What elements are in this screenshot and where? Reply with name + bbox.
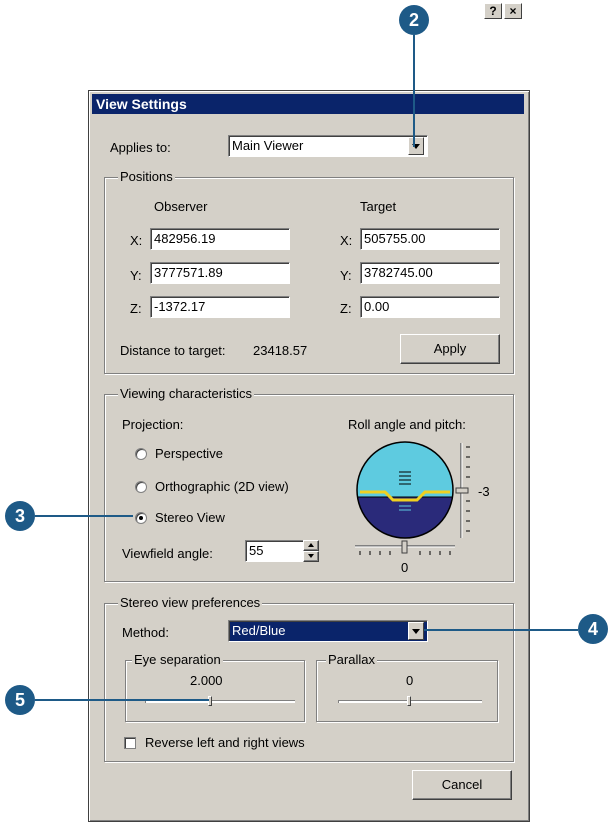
stereo-view-label: Stereo View (155, 510, 225, 525)
roll-value: 0 (401, 560, 409, 575)
callout-4-line (424, 629, 578, 631)
applies-to-value: Main Viewer (232, 138, 304, 153)
roll-slider[interactable] (355, 540, 455, 558)
distance-label: Distance to target: (120, 343, 226, 358)
eye-separation-group (125, 660, 305, 722)
roll-pitch-label: Roll angle and pitch: (348, 417, 466, 432)
viewfield-spin-up[interactable] (303, 540, 319, 551)
reverse-views-label: Reverse left and right views (145, 735, 305, 750)
parallax-thumb[interactable] (407, 696, 411, 706)
pitch-value: -3 (478, 484, 490, 499)
close-button[interactable]: × (504, 3, 522, 19)
observer-header: Observer (154, 199, 208, 214)
viewfield-angle-input[interactable]: 55 (245, 540, 305, 562)
stereo-group-title: Stereo view preferences (118, 595, 263, 610)
title-bar[interactable]: View Settings (92, 94, 524, 114)
applies-to-dropdown[interactable]: Main Viewer (228, 135, 428, 157)
target-x-input[interactable]: 505755.00 (360, 228, 500, 250)
projection-label: Projection: (122, 417, 184, 432)
callout-3: 3 (5, 501, 35, 531)
radio-perspective[interactable] (135, 448, 147, 460)
observer-y-input[interactable]: 3777571.89 (150, 262, 290, 284)
callout-5-line (35, 699, 209, 701)
callout-2: 2 (399, 5, 429, 35)
eye-separation-title: Eye separation (132, 652, 223, 667)
observer-z-input[interactable]: -1372.17 (150, 296, 290, 318)
observer-z-label: Z: (130, 301, 142, 316)
callout-2-line (413, 35, 415, 147)
observer-y-label: Y: (130, 268, 142, 283)
radio-orthographic[interactable] (135, 481, 147, 493)
parallax-title: Parallax (326, 652, 377, 667)
parallax-value: 0 (406, 673, 414, 688)
perspective-label: Perspective (155, 446, 223, 461)
cancel-button[interactable]: Cancel (412, 770, 512, 800)
target-z-label: Z: (340, 301, 352, 316)
callout-5: 5 (5, 685, 35, 715)
apply-button[interactable]: Apply (400, 334, 500, 364)
positions-group-title: Positions (118, 169, 175, 184)
target-x-label: X: (340, 233, 353, 248)
reverse-views-checkbox[interactable] (124, 737, 136, 749)
method-value: Red/Blue (232, 623, 286, 638)
callout-3-line (35, 515, 133, 517)
dialog-title: View Settings (96, 96, 187, 112)
orthographic-label: Orthographic (2D view) (155, 479, 289, 494)
method-dropdown-button[interactable] (408, 622, 424, 640)
callout-4: 4 (578, 614, 608, 644)
roll-pitch-indicator[interactable] (355, 440, 455, 540)
viewfield-spin-down[interactable] (303, 551, 319, 562)
target-z-input[interactable]: 0.00 (360, 296, 500, 318)
observer-x-label: X: (130, 233, 143, 248)
applies-to-dropdown-button[interactable] (408, 137, 424, 155)
distance-value: 23418.57 (253, 343, 308, 358)
observer-x-input[interactable]: 482956.19 (150, 228, 290, 250)
viewfield-angle-label: Viewfield angle: (122, 546, 213, 561)
viewing-group-title: Viewing characteristics (118, 386, 254, 401)
target-y-input[interactable]: 3782745.00 (360, 262, 500, 284)
method-label: Method: (122, 625, 169, 640)
target-y-label: Y: (340, 268, 352, 283)
chevron-down-icon (308, 554, 314, 558)
method-dropdown[interactable]: Red/Blue (228, 620, 428, 642)
eye-separation-thumb[interactable] (208, 696, 212, 706)
parallax-group (316, 660, 498, 722)
pitch-slider[interactable] (455, 443, 475, 538)
help-button[interactable]: ? (484, 3, 502, 19)
applies-to-label: Applies to: (110, 140, 171, 155)
chevron-up-icon (308, 543, 314, 547)
eye-separation-value: 2.000 (190, 673, 223, 688)
radio-stereo-view[interactable] (135, 512, 147, 524)
target-header: Target (360, 199, 397, 214)
